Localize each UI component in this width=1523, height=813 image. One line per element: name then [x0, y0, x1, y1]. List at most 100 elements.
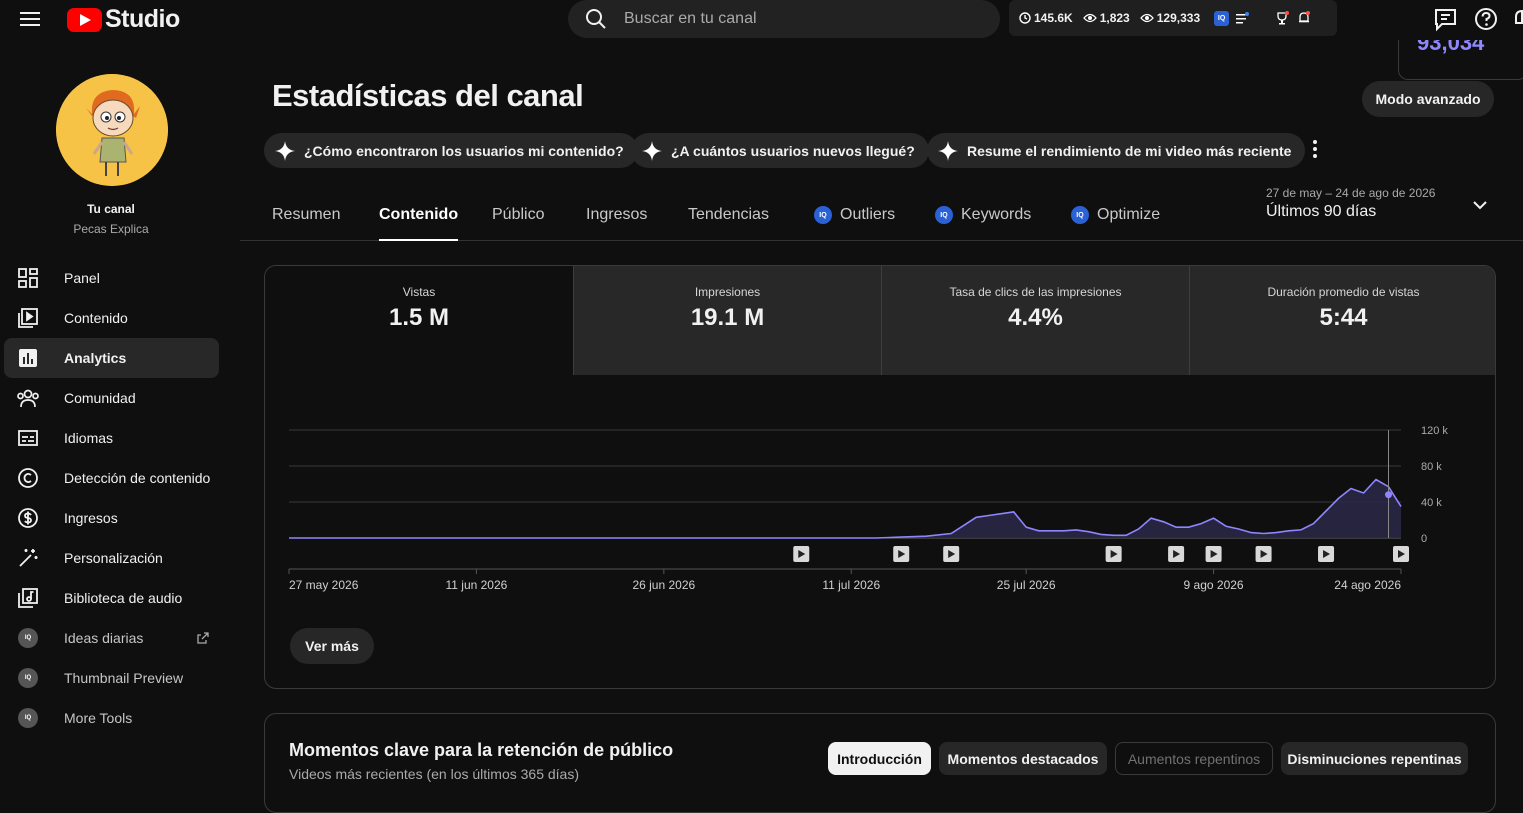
segment-dips[interactable]: Disminuciones repentinas	[1281, 742, 1468, 775]
segment-intro[interactable]: Introducción	[828, 742, 931, 775]
dashboard-icon	[16, 266, 40, 290]
x-tick-label: 27 may 2026	[289, 578, 359, 592]
channel-title: Tu canal	[87, 202, 135, 216]
search-placeholder: Buscar en tu canal	[624, 10, 757, 27]
sidebar-item-thumbnail-preview[interactable]: IQ Thumbnail Preview	[4, 658, 219, 698]
segment-highlights[interactable]: Momentos destacados	[939, 742, 1107, 775]
sidebar-item-community[interactable]: Comunidad	[4, 378, 219, 418]
sidebar-item-content-detection[interactable]: Detección de contenido	[4, 458, 219, 498]
sparkle-icon	[275, 140, 295, 161]
tab-optimize[interactable]: IQ Optimize	[1071, 206, 1160, 224]
realtime-views-stat: 1,823	[1082, 11, 1130, 25]
tab-audience[interactable]: Público	[492, 206, 544, 224]
date-range-selector[interactable]: Últimos 90 días	[1266, 203, 1376, 221]
x-tick-label: 9 ago 2026	[1184, 578, 1244, 592]
watch-time-stat: 145.6K	[1019, 11, 1073, 25]
vidiq-icon: IQ	[18, 708, 38, 728]
clock-icon	[1019, 12, 1031, 24]
extension-stats-bar[interactable]: 145.6K 1,823 129,333 IQ	[1009, 0, 1337, 36]
sidebar-item-analytics[interactable]: Analytics	[4, 338, 219, 378]
vidiq-button[interactable]: IQ	[1214, 10, 1230, 26]
series-area	[289, 479, 1401, 538]
retention-title: Momentos clave para la retención de públ…	[289, 740, 674, 760]
views-chart[interactable]: 0 40 k 80 k 120 k 27 may 2026 11 jun 2026 26 j…	[265, 375, 1495, 615]
community-icon	[16, 386, 40, 410]
list-icon[interactable]	[1235, 12, 1250, 24]
page-title: Estadísticas del canal	[272, 78, 584, 113]
x-tick-label: 26 jun 2026	[632, 578, 695, 592]
ask-chip-discovery[interactable]: ¿Cómo encontraron los usuarios mi conten…	[264, 133, 638, 168]
search-input[interactable]: Buscar en tu canal	[568, 0, 1000, 38]
vidiq-icon: IQ	[1071, 206, 1089, 224]
audio-library-icon	[16, 586, 40, 610]
channel-name: Pecas Explica	[73, 222, 149, 236]
chevron-down-icon[interactable]	[1472, 199, 1488, 211]
y-tick-label: 0	[1421, 533, 1427, 545]
ask-chip-new-viewers[interactable]: ¿A cuántos usuarios nuevos llegué?	[631, 133, 929, 168]
segment-spikes[interactable]: Aumentos repentinos	[1115, 742, 1273, 775]
top-bar: Studio Buscar en tu canal 145.6K 1,823 1…	[0, 0, 1523, 40]
sidebar-item-languages[interactable]: Idiomas	[4, 418, 219, 458]
studio-logo[interactable]: Studio	[67, 5, 180, 34]
external-link-icon	[197, 632, 209, 644]
eye-icon	[1082, 13, 1097, 23]
vidiq-icon: IQ	[935, 206, 953, 224]
dollar-icon	[16, 506, 40, 530]
cartoon-boy-avatar	[56, 74, 168, 186]
eye-icon	[1139, 13, 1154, 23]
metric-tab-ctr[interactable]: Tasa de clics de las impresiones 4.4%	[881, 266, 1189, 375]
see-more-button[interactable]: Ver más	[290, 628, 374, 664]
logo-text: Studio	[105, 5, 180, 33]
tab-keywords[interactable]: IQ Keywords	[935, 206, 1031, 224]
sidebar-item-panel[interactable]: Panel	[4, 258, 219, 298]
feedback-icon[interactable]	[1433, 7, 1459, 33]
vidiq-icon: IQ	[18, 668, 38, 688]
sidebar-item-earnings[interactable]: Ingresos	[4, 498, 219, 538]
subtitles-icon	[16, 426, 40, 450]
floating-stat-value: 93,034	[1417, 40, 1485, 55]
vidiq-icon: IQ	[1214, 10, 1230, 26]
date-range-detail: 27 de may – 24 de ago de 2026	[1266, 186, 1436, 200]
tab-overview[interactable]: Resumen	[272, 206, 340, 224]
sidebar-item-more-tools[interactable]: IQ More Tools	[4, 698, 219, 738]
metric-tab-avg-duration[interactable]: Duración promedio de vistas 5:44	[1189, 266, 1495, 375]
tab-content[interactable]: Contenido	[379, 206, 459, 241]
x-tick-label: 25 jul 2026	[997, 578, 1056, 592]
tab-revenue[interactable]: Ingresos	[586, 206, 647, 224]
tab-outliers[interactable]: IQ Outliers	[814, 206, 895, 224]
menu-icon[interactable]	[18, 8, 42, 30]
sparkle-icon	[938, 140, 958, 161]
youtube-play-icon	[67, 7, 102, 32]
total-views-stat: 129,333	[1139, 11, 1200, 25]
metrics-card: Vistas 1.5 M Impresiones 19.1 M Tasa de …	[264, 265, 1496, 689]
vidiq-icon: IQ	[18, 628, 38, 648]
sidebar-item-customization[interactable]: Personalización	[4, 538, 219, 578]
metric-tab-views[interactable]: Vistas 1.5 M	[265, 266, 573, 375]
sidebar-item-daily-ideas[interactable]: IQ Ideas diarias	[4, 618, 219, 658]
sidebar-item-audio-library[interactable]: Biblioteca de audio	[4, 578, 219, 618]
more-options-icon[interactable]	[1313, 140, 1317, 161]
x-tick-label: 24 ago 2026	[1334, 578, 1401, 592]
x-tick-label: 11 jun 2026	[445, 578, 507, 592]
retention-subtitle: Videos más recientes (en los últimos 365…	[289, 766, 579, 782]
y-tick-label: 80 k	[1421, 461, 1442, 473]
sidebar-item-content[interactable]: Contenido	[4, 298, 219, 338]
bell-icon[interactable]	[1297, 11, 1311, 25]
y-tick-label: 40 k	[1421, 497, 1442, 509]
trophy-icon[interactable]	[1275, 11, 1290, 25]
vidiq-icon: IQ	[814, 206, 832, 224]
ask-chip-latest-video[interactable]: Resume el rendimiento de mi video más re…	[927, 133, 1306, 168]
floating-stat-card: 93,034	[1398, 40, 1523, 80]
copyright-icon	[16, 466, 40, 490]
analytics-icon	[16, 346, 40, 370]
channel-avatar[interactable]	[56, 74, 168, 186]
advanced-mode-button[interactable]: Modo avanzado	[1362, 81, 1494, 117]
x-tick-label: 11 jul 2026	[822, 578, 880, 592]
help-icon[interactable]	[1474, 7, 1500, 33]
content-icon	[16, 306, 40, 330]
metric-tab-impressions[interactable]: Impresiones 19.1 M	[573, 266, 881, 375]
hover-point	[1385, 491, 1393, 499]
search-icon	[586, 9, 606, 29]
tab-trends[interactable]: Tendencias	[688, 206, 769, 224]
notifications-icon[interactable]	[1514, 7, 1523, 31]
